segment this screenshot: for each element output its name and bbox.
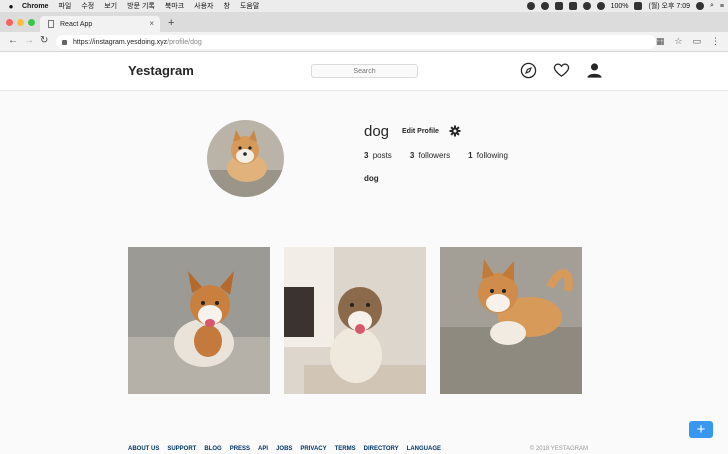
menu-bookmarks[interactable]: 북마크	[165, 1, 184, 11]
following-stat[interactable]: 1 following	[468, 151, 508, 160]
footer-link-directory[interactable]: DIRECTORY	[364, 446, 399, 452]
clock[interactable]: (월) 오후 7:09	[648, 1, 690, 11]
address-bar[interactable]: https://instagram.yesdoing.xyz/profile/d…	[56, 35, 656, 49]
apple-icon[interactable]: ●	[0, 2, 22, 11]
close-window-button[interactable]	[6, 19, 13, 26]
extension-icon[interactable]: ▭	[692, 36, 701, 47]
profile-username: dog	[364, 123, 390, 140]
footer-link-about[interactable]: ABOUT US	[128, 446, 159, 452]
browser-toolbar: ← → ↻ https://instagram.yesdoing.xyz/pro…	[0, 32, 728, 52]
bluetooth-icon[interactable]	[582, 2, 591, 10]
user-icon[interactable]	[586, 62, 603, 79]
forward-icon[interactable]: →	[24, 35, 34, 46]
followers-label: followers	[418, 151, 451, 160]
posts-label: posts	[372, 151, 392, 160]
followers-count: 3	[409, 151, 415, 160]
menu-window[interactable]: 창	[224, 1, 230, 11]
menu-view[interactable]: 보기	[104, 1, 117, 11]
url-host: https://instagram.yesdoing.xyz	[73, 38, 168, 46]
profile-fullname: dog	[364, 174, 379, 183]
footer-link-press[interactable]: PRESS	[230, 446, 250, 452]
user-avatar-icon[interactable]	[695, 2, 704, 10]
status-app-icon[interactable]	[554, 2, 563, 10]
posts-stat: 3 posts	[364, 151, 392, 160]
menu-edit[interactable]: 수정	[81, 1, 94, 11]
footer-link-jobs[interactable]: JOBS	[276, 446, 292, 452]
followers-stat[interactable]: 3 followers	[410, 151, 450, 160]
minimize-window-button[interactable]	[17, 19, 24, 26]
post-thumbnail[interactable]	[284, 247, 426, 394]
copyright: © 2018 YESTAGRAM	[529, 446, 588, 452]
following-count: 1	[468, 151, 473, 160]
battery-percent: 100%	[610, 2, 629, 10]
window-controls	[6, 19, 35, 26]
menu-list-icon[interactable]: ≡	[720, 3, 724, 10]
wifi-icon[interactable]	[596, 2, 605, 10]
menu-app-name[interactable]: Chrome	[22, 3, 48, 10]
profile-stats: 3 posts 3 followers 1 following	[364, 151, 508, 160]
menubar-status: 100% (월) 오후 7:09 ⌕ ≡	[526, 0, 724, 12]
posts-count: 3	[364, 151, 369, 160]
footer-link-terms[interactable]: TERMS	[335, 446, 356, 452]
edit-profile-button[interactable]: Edit Profile	[396, 124, 445, 138]
profile-avatar[interactable]	[207, 120, 284, 197]
battery-icon[interactable]	[634, 2, 643, 10]
footer-link-support[interactable]: SUPPORT	[167, 446, 196, 452]
toolbar-actions: ▦ ☆ ▭ ⋮	[656, 36, 720, 47]
more-icon[interactable]: ⋮	[711, 36, 720, 47]
app-logo[interactable]: Yestagram	[128, 63, 194, 78]
status-app-icon[interactable]	[568, 2, 577, 10]
browser-tabstrip: React App × +	[0, 12, 728, 32]
translate-icon[interactable]: ▦	[656, 36, 665, 47]
menu-help[interactable]: 도움말	[240, 1, 259, 11]
url-path: /profile/dog	[167, 38, 202, 46]
following-label: following	[476, 151, 508, 160]
footer-link-privacy[interactable]: PRIVACY	[300, 446, 326, 452]
tab-title: React App	[60, 20, 93, 28]
back-icon[interactable]: ←	[8, 35, 18, 46]
search-input[interactable]	[311, 64, 418, 78]
new-tab-button[interactable]: +	[168, 17, 174, 29]
status-app-icon[interactable]	[540, 2, 549, 10]
heart-icon[interactable]	[553, 62, 570, 79]
bookmark-star-icon[interactable]: ☆	[674, 36, 682, 47]
lock-icon[interactable]	[62, 39, 67, 45]
status-app-icon[interactable]	[526, 2, 535, 10]
footer-link-blog[interactable]: BLOG	[204, 446, 221, 452]
post-thumbnail[interactable]	[440, 247, 582, 394]
reload-icon[interactable]: ↻	[40, 35, 48, 46]
gear-icon[interactable]	[449, 125, 461, 137]
page-icon	[48, 20, 54, 28]
compass-icon[interactable]	[520, 62, 537, 79]
close-tab-icon[interactable]: ×	[149, 19, 154, 28]
add-post-button[interactable]: +	[689, 421, 713, 438]
menu-people[interactable]: 사용자	[194, 1, 213, 11]
header-icons	[520, 62, 603, 79]
menu-file[interactable]: 파일	[58, 1, 71, 11]
footer-link-api[interactable]: API	[258, 446, 268, 452]
maximize-window-button[interactable]	[28, 19, 35, 26]
footer-links: ABOUT US SUPPORT BLOG PRESS API JOBS PRI…	[128, 446, 441, 452]
search-icon[interactable]: ⌕	[710, 2, 714, 10]
mac-menubar: ● Chrome 파일 수정 보기 방문 기록 북마크 사용자 창 도움말 10…	[0, 0, 728, 12]
browser-tab[interactable]: React App ×	[40, 16, 160, 32]
menu-history[interactable]: 방문 기록	[127, 1, 155, 11]
footer-link-language[interactable]: LANGUAGE	[407, 446, 441, 452]
post-thumbnail[interactable]	[128, 247, 270, 394]
app-header: Yestagram	[0, 53, 728, 91]
post-grid	[128, 247, 582, 394]
